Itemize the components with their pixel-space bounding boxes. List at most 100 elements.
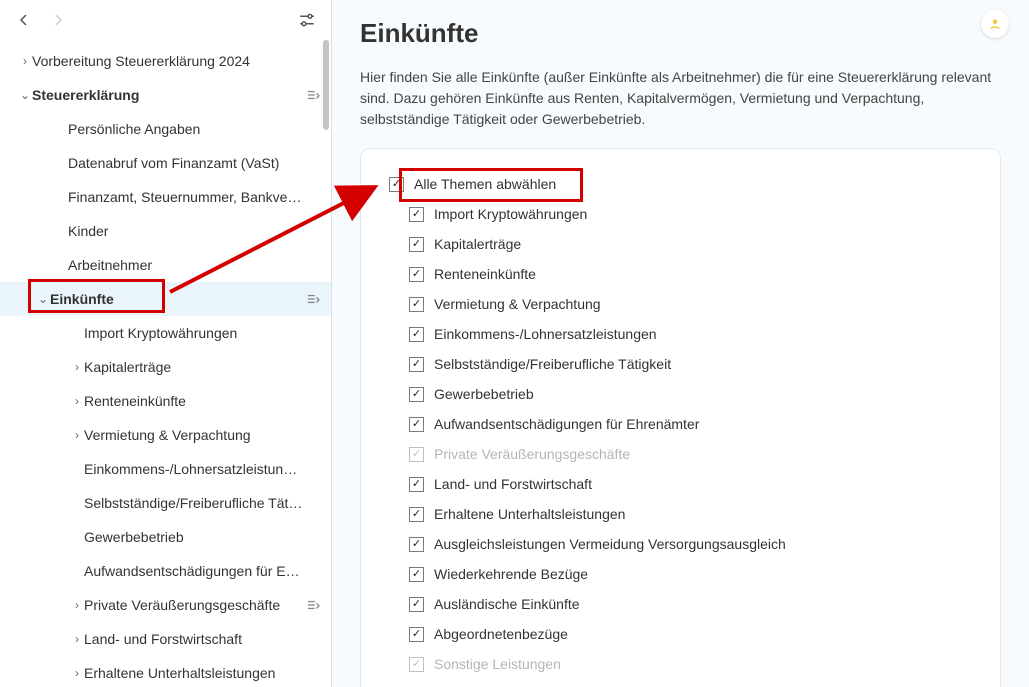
tree-row[interactable]: ›Erhaltene Unterhaltsleistungen <box>0 656 331 687</box>
tree-row[interactable]: ⌄Steuererklärung <box>0 78 331 112</box>
option-checkbox[interactable] <box>409 237 424 252</box>
main-panel: Einkünfte Hier finden Sie alle Einkünfte… <box>332 0 1029 687</box>
option-row: Private Veräußerungsgeschäfte <box>409 439 972 469</box>
option-label: Aufwandsentschädigungen für Ehrenämter <box>434 416 699 432</box>
tree-row[interactable]: ›Private Veräußerungsgeschäfte <box>0 588 331 622</box>
option-label: Land- und Forstwirtschaft <box>434 476 592 492</box>
chevron-right-icon: › <box>70 632 84 646</box>
option-checkbox[interactable] <box>409 207 424 222</box>
select-all-checkbox[interactable] <box>389 177 404 192</box>
tree-row[interactable]: Aufwandsentschädigungen für Ehrenämter <box>0 554 331 588</box>
chevron-right-icon: › <box>70 360 84 374</box>
sidebar-scrollbar[interactable] <box>323 40 329 687</box>
option-checkbox[interactable] <box>409 267 424 282</box>
help-badge[interactable] <box>981 10 1009 38</box>
option-label: Gewerbebetrieb <box>434 386 534 402</box>
tree-row[interactable]: Gewerbebetrieb <box>0 520 331 554</box>
option-checkbox[interactable] <box>409 357 424 372</box>
tree-row[interactable]: Datenabruf vom Finanzamt (VaSt) <box>0 146 331 180</box>
options-list: Import Kryptowährungen Kapitalerträge Rent… <box>389 199 972 679</box>
chevron-right-icon: › <box>70 666 84 680</box>
tree-row-label: Einkommens-/Lohnersatzleistungen <box>84 461 303 477</box>
row-action-icon[interactable] <box>303 85 323 105</box>
tree-row-label: Private Veräußerungsgeschäfte <box>84 597 303 613</box>
row-action-icon[interactable] <box>303 595 323 615</box>
forward-button[interactable] <box>46 8 70 32</box>
option-row[interactable]: Kapitalerträge <box>409 229 972 259</box>
option-row[interactable]: Ausgleichsleistungen Vermeidung Versorgu… <box>409 529 972 559</box>
row-action-icon[interactable] <box>303 289 323 309</box>
page-description: Hier finden Sie alle Einkünfte (außer Ei… <box>360 67 1000 130</box>
option-checkbox[interactable] <box>409 417 424 432</box>
option-row[interactable]: Aufwandsentschädigungen für Ehrenämter <box>409 409 972 439</box>
nav-tree[interactable]: ›Vorbereitung Steuererklärung 2024⌄Steue… <box>0 40 331 687</box>
option-row[interactable]: Import Kryptowährungen <box>409 199 972 229</box>
option-row[interactable]: Selbstständige/Freiberufliche Tätigkeit <box>409 349 972 379</box>
option-label: Selbstständige/Freiberufliche Tätigkeit <box>434 356 671 372</box>
tree-row[interactable]: Kinder <box>0 214 331 248</box>
tree-row-label: Einkünfte <box>50 291 303 307</box>
option-checkbox[interactable] <box>409 567 424 582</box>
tree-row-label: Land- und Forstwirtschaft <box>84 631 303 647</box>
tree-row[interactable]: ›Land- und Forstwirtschaft <box>0 622 331 656</box>
option-checkbox <box>409 447 424 462</box>
app-root: ›Vorbereitung Steuererklärung 2024⌄Steue… <box>0 0 1029 687</box>
chevron-right-icon: › <box>70 428 84 442</box>
option-row[interactable]: Renteneinkünfte <box>409 259 972 289</box>
chevron-right-icon: › <box>70 598 84 612</box>
option-checkbox[interactable] <box>409 537 424 552</box>
option-row[interactable]: Erhaltene Unterhaltsleistungen <box>409 499 972 529</box>
tree-row[interactable]: ⌄Einkünfte <box>0 282 331 316</box>
back-button[interactable] <box>12 8 36 32</box>
option-row[interactable]: Einkommens-/Lohnersatzleistungen <box>409 319 972 349</box>
option-checkbox[interactable] <box>409 597 424 612</box>
filter-button[interactable] <box>295 8 319 32</box>
tree-row[interactable]: ›Vermietung & Verpachtung <box>0 418 331 452</box>
option-checkbox[interactable] <box>409 627 424 642</box>
tree-row[interactable]: Persönliche Angaben <box>0 112 331 146</box>
option-label: Abgeordnetenbezüge <box>434 626 568 642</box>
option-checkbox[interactable] <box>409 297 424 312</box>
tree-row[interactable]: ›Kapitalerträge <box>0 350 331 384</box>
tree-row[interactable]: Import Kryptowährungen <box>0 316 331 350</box>
tree-row[interactable]: Selbstständige/Freiberufliche Tätigkeit <box>0 486 331 520</box>
tree-row[interactable]: ›Renteneinkünfte <box>0 384 331 418</box>
option-row[interactable]: Abgeordnetenbezüge <box>409 619 972 649</box>
option-checkbox[interactable] <box>409 477 424 492</box>
option-row[interactable]: Vermietung & Verpachtung <box>409 289 972 319</box>
tree-row[interactable]: Arbeitnehmer <box>0 248 331 282</box>
scrollbar-thumb[interactable] <box>323 40 329 130</box>
tree-row-label: Renteneinkünfte <box>84 393 303 409</box>
tree-row-label: Erhaltene Unterhaltsleistungen <box>84 665 303 681</box>
option-checkbox[interactable] <box>409 327 424 342</box>
tree-row-label: Datenabruf vom Finanzamt (VaSt) <box>68 155 303 171</box>
option-row[interactable]: Land- und Forstwirtschaft <box>409 469 972 499</box>
option-label: Ausländische Einkünfte <box>434 596 580 612</box>
tree-row-label: Aufwandsentschädigungen für Ehrenämter <box>84 563 303 579</box>
tree-row-label: Vorbereitung Steuererklärung 2024 <box>32 53 303 69</box>
sliders-icon <box>298 12 316 28</box>
option-row[interactable]: Ausländische Einkünfte <box>409 589 972 619</box>
tree-row[interactable]: ›Vorbereitung Steuererklärung 2024 <box>0 44 331 78</box>
option-label: Sonstige Leistungen <box>434 656 561 672</box>
option-checkbox <box>409 657 424 672</box>
option-row[interactable]: Wiederkehrende Bezüge <box>409 559 972 589</box>
chevron-right-icon: › <box>70 394 84 408</box>
tree-row-label: Import Kryptowährungen <box>84 325 303 341</box>
option-row: Sonstige Leistungen <box>409 649 972 679</box>
option-label: Ausgleichsleistungen Vermeidung Versorgu… <box>434 536 786 552</box>
option-label: Kapitalerträge <box>434 236 521 252</box>
option-checkbox[interactable] <box>409 507 424 522</box>
chevron-down-icon: ⌄ <box>18 88 32 102</box>
tree-row-label: Persönliche Angaben <box>68 121 303 137</box>
chevron-down-icon: ⌄ <box>36 292 50 306</box>
tree-row-label: Vermietung & Verpachtung <box>84 427 303 443</box>
option-row[interactable]: Gewerbebetrieb <box>409 379 972 409</box>
select-all-row[interactable]: Alle Themen abwählen <box>389 169 972 199</box>
tree-row[interactable]: Finanzamt, Steuernummer, Bankverbindung <box>0 180 331 214</box>
page-title: Einkünfte <box>360 18 1001 49</box>
option-label: Einkommens-/Lohnersatzleistungen <box>434 326 657 342</box>
option-checkbox[interactable] <box>409 387 424 402</box>
tree-row-label: Finanzamt, Steuernummer, Bankverbindung <box>68 189 303 205</box>
tree-row[interactable]: Einkommens-/Lohnersatzleistungen <box>0 452 331 486</box>
